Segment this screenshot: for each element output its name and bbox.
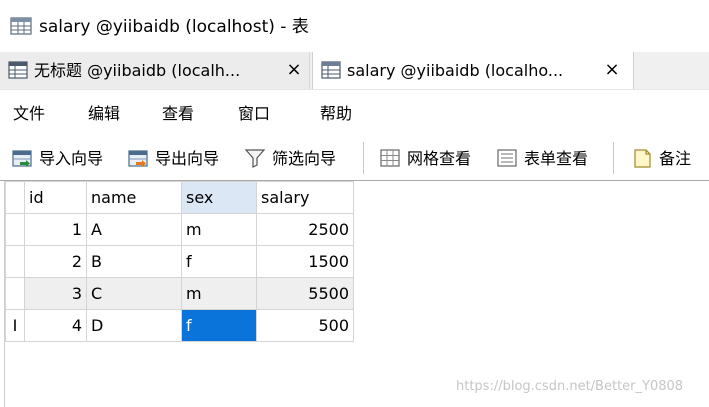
- form-icon: [497, 149, 517, 167]
- tab-untitled-query[interactable]: 无标题 @yiibaidb (localh... ×: [0, 52, 310, 89]
- cell-name[interactable]: C: [86, 277, 182, 310]
- tab-salary[interactable]: salary @yiibaidb (localho... ×: [312, 52, 634, 90]
- table-icon: [8, 61, 28, 79]
- toolbar-divider: [613, 142, 614, 174]
- grid-icon: [380, 149, 400, 167]
- grid-view-label: 网格查看: [407, 149, 472, 168]
- export-wizard-button[interactable]: 导出向导: [127, 145, 231, 171]
- filter-wizard-button[interactable]: 筛选向导: [244, 145, 348, 171]
- table-row[interactable]: 3 C m 5500: [5, 277, 354, 310]
- row-indicator[interactable]: [5, 213, 25, 246]
- cell-id[interactable]: 1: [24, 213, 87, 246]
- import-icon: [12, 150, 32, 167]
- filter-icon: [244, 149, 266, 168]
- current-row-indicator[interactable]: I: [5, 309, 25, 342]
- cell-salary[interactable]: 5500: [256, 277, 354, 310]
- column-header-sex[interactable]: sex: [181, 181, 257, 214]
- row-indicator[interactable]: [5, 245, 25, 278]
- cell-name[interactable]: B: [86, 245, 182, 278]
- cell-name[interactable]: D: [86, 309, 182, 342]
- cell-salary[interactable]: 2500: [256, 213, 354, 246]
- cell-sex[interactable]: m: [181, 277, 257, 310]
- row-indicator[interactable]: [5, 277, 25, 310]
- row-indicator-header: [5, 181, 25, 214]
- cell-salary[interactable]: 500: [256, 309, 354, 342]
- window-title: salary @yiibaidb (localhost) - 表: [39, 17, 309, 37]
- cell-salary[interactable]: 1500: [256, 245, 354, 278]
- memo-icon: [634, 149, 651, 168]
- table-row[interactable]: 1 A m 2500: [5, 213, 354, 246]
- column-header-name[interactable]: name: [86, 181, 182, 214]
- memo-button[interactable]: 备注: [631, 145, 703, 171]
- close-icon[interactable]: ×: [604, 58, 620, 82]
- menu-file[interactable]: 文件: [13, 103, 45, 124]
- table-icon: [10, 17, 32, 35]
- export-wizard-label: 导出向导: [155, 149, 220, 168]
- watermark: https://blog.csdn.net/Better_Y0808: [456, 379, 684, 394]
- filter-wizard-label: 筛选向导: [272, 149, 337, 168]
- menu-edit[interactable]: 编辑: [88, 103, 120, 124]
- menu-help[interactable]: 帮助: [320, 103, 352, 124]
- toolbar: 导入向导 导出向导 筛选向导 网格查看 表单查看 备注: [0, 137, 709, 181]
- cell-sex[interactable]: m: [181, 213, 257, 246]
- close-icon[interactable]: ×: [286, 58, 302, 82]
- cell-id[interactable]: 3: [24, 277, 87, 310]
- import-wizard-button[interactable]: 导入向导: [11, 145, 115, 171]
- cell-id[interactable]: 4: [24, 309, 87, 342]
- menu-view[interactable]: 查看: [162, 103, 194, 124]
- export-icon: [128, 150, 148, 167]
- form-view-label: 表单查看: [524, 149, 589, 168]
- menu-window[interactable]: 窗口: [238, 103, 270, 124]
- menu-bar: 文件 编辑 查看 窗口 帮助: [0, 89, 709, 137]
- header-row: id name sex salary: [5, 181, 354, 214]
- form-view-button[interactable]: 表单查看: [496, 145, 600, 171]
- tab-label: 无标题 @yiibaidb (localh...: [34, 61, 241, 80]
- tab-strip: 无标题 @yiibaidb (localh... × salary @yiiba…: [0, 52, 709, 90]
- table-row[interactable]: 2 B f 1500: [5, 245, 354, 278]
- cell-sex[interactable]: f: [181, 245, 257, 278]
- column-header-salary[interactable]: salary: [256, 181, 354, 214]
- import-wizard-label: 导入向导: [39, 149, 104, 168]
- cell-sex-selected[interactable]: f: [181, 309, 257, 342]
- data-grid: id name sex salary 1 A m 2500 2 B f 1500: [5, 181, 354, 342]
- grid-view-button[interactable]: 网格查看: [379, 145, 483, 171]
- memo-label: 备注: [659, 149, 692, 168]
- cell-name[interactable]: A: [86, 213, 182, 246]
- table-row[interactable]: I 4 D f 500: [5, 309, 354, 342]
- table-icon: [321, 61, 341, 79]
- title-bar: salary @yiibaidb (localhost) - 表: [0, 0, 709, 52]
- column-header-id[interactable]: id: [24, 181, 87, 214]
- toolbar-divider: [363, 142, 364, 174]
- data-grid-area: id name sex salary 1 A m 2500 2 B f 1500: [0, 181, 709, 407]
- tab-label: salary @yiibaidb (localho...: [347, 61, 564, 80]
- cell-id[interactable]: 2: [24, 245, 87, 278]
